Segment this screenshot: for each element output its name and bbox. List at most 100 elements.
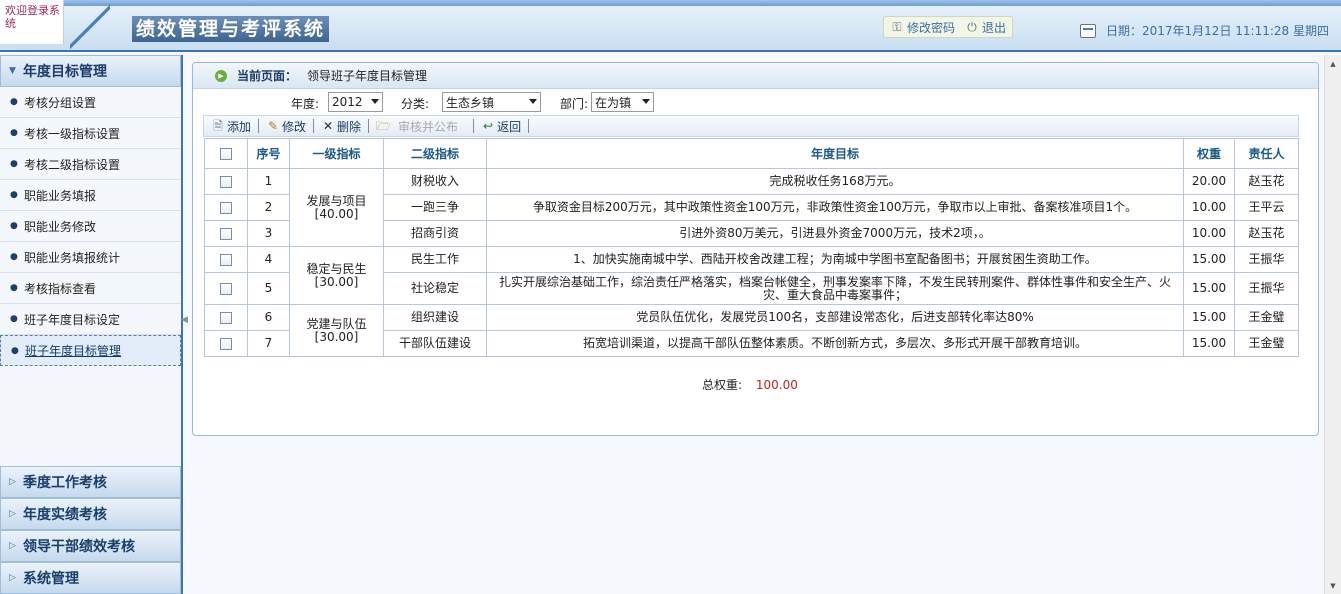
power-icon: ⏻	[967, 20, 977, 34]
goal-cell: 争取资金目标200万元，其中政策性资金100万元，非政策性资金100万元，争取市…	[486, 194, 1184, 221]
weight-cell: 20.00	[1183, 168, 1235, 195]
delete-label: 删除	[337, 119, 362, 134]
total-weight: 总权重: 100.00	[702, 376, 798, 393]
column-header-goal: 年度目标	[486, 138, 1184, 169]
breadcrumb-current-page: 领导班子年度目标管理	[307, 69, 428, 83]
chevron-right-icon: ▷	[9, 541, 16, 551]
key-icon: ⚿	[892, 20, 902, 34]
play-circle-icon: ▶	[215, 69, 227, 82]
owner-cell: 王金璧	[1234, 330, 1299, 357]
row-select-cell	[204, 272, 248, 305]
owner-cell: 王振华	[1234, 272, 1299, 305]
level1-weight: [40.00]	[314, 206, 359, 221]
sidebar-item-level2-settings[interactable]: ● 考核二级指标设置	[0, 149, 181, 180]
sidebar-item-business-stats[interactable]: ● 职能业务填报统计	[0, 242, 181, 273]
goal-cell: 引进外资80万美元，引进县外资金7000万元，技术2项，。	[486, 220, 1184, 247]
sidebar-item-label: 考核一级指标设置	[24, 126, 121, 141]
vertical-scrollbar[interactable]: ▲ ▼	[1324, 55, 1341, 594]
column-header-weight: 权重	[1183, 138, 1235, 169]
scroll-down-icon[interactable]: ▼	[1325, 577, 1341, 594]
sidebar-section-label: 年度目标管理	[23, 64, 107, 80]
sidebar-item-team-goal-setting[interactable]: ● 班子年度目标设定	[0, 304, 181, 335]
logout-button[interactable]: ⏻ 退出	[965, 19, 1006, 36]
goal-cell: 党员队伍优化，发展党员100名，支部建设常态化，后进支部转化率达80%	[486, 304, 1184, 331]
level2-cell: 一跑三争	[383, 194, 487, 221]
select-all-checkbox[interactable]	[220, 148, 232, 160]
date-area: 日期：2017年1月12日 11:11:28 星期四	[1080, 22, 1329, 39]
sidebar-section-leader-performance[interactable]: ▷ 领导干部绩效考核	[0, 530, 181, 562]
sidebar-item-level1-settings[interactable]: ● 考核一级指标设置	[0, 118, 181, 149]
seq-cell: 4	[247, 246, 290, 273]
sidebar-section-quarterly[interactable]: ▷ 季度工作考核	[0, 466, 181, 498]
row-select-cell	[204, 330, 248, 357]
total-weight-value: 100.00	[755, 378, 798, 392]
sidebar-item-label: 班子年度目标设定	[24, 312, 121, 327]
toolbar-divider	[258, 119, 260, 133]
level2-cell: 干部队伍建设	[383, 330, 487, 357]
sidebar-section-annual-goals[interactable]: ▼ 年度目标管理	[0, 55, 181, 87]
toolbar: 🗎 添加 ✎ 修改 ✕ 删除 🗁 审核并公布 ↩ 返回	[203, 115, 1299, 137]
goal-cell: 1、加快实施南城中学、西陆开校舍改建工程；为南城中学图书室配备图书；开展贫困生资…	[486, 246, 1184, 273]
sidebar: ▼ 年度目标管理 ● 考核分组设置 ● 考核一级指标设置 ● 考核二级指标设置 …	[0, 55, 183, 594]
row-checkbox[interactable]	[220, 337, 232, 350]
weight-cell: 10.00	[1183, 220, 1235, 247]
app-header: 欢迎登录系统 绩效管理与考评系统 ⚿ 修改密码 ⏻ 退出 日期：2017年1月1…	[0, 0, 1341, 52]
level2-cell: 招商引资	[383, 220, 487, 247]
seq-cell: 7	[247, 330, 290, 357]
goal-cell: 拓宽培训渠道，以提高干部队伍整体素质。不断创新方式，多层次、多形式开展干部教育培…	[486, 330, 1184, 357]
seq-cell: 5	[247, 272, 290, 305]
row-checkbox[interactable]	[220, 282, 232, 295]
breadcrumb: ▶ 当前页面： 领导班子年度目标管理	[193, 63, 1318, 89]
sidebar-section-system[interactable]: ▷ 系统管理	[0, 562, 181, 594]
sidebar-item-label: 班子年度目标管理	[25, 344, 122, 358]
welcome-box: 欢迎登录系统	[0, 0, 64, 44]
sidebar-item-group-settings[interactable]: ● 考核分组设置	[0, 87, 181, 118]
new-document-icon: 🗎	[213, 119, 223, 133]
total-weight-label: 总权重:	[702, 378, 743, 392]
level1-name: 党建与队伍	[306, 316, 367, 331]
delete-button[interactable]: ✕ 删除	[318, 118, 364, 135]
weight-cell: 15.00	[1183, 272, 1235, 305]
row-checkbox[interactable]	[220, 201, 232, 214]
audit-publish-button[interactable]: 🗁 审核并公布	[373, 118, 461, 135]
department-select[interactable]: 在为镇	[591, 92, 654, 112]
sidebar-item-label: 考核分组设置	[24, 95, 97, 110]
level1-cell: 党建与队伍 [30.00]	[289, 304, 384, 357]
sidebar-item-business-fill[interactable]: ● 职能业务填报	[0, 180, 181, 211]
level2-cell: 组织建设	[383, 304, 487, 331]
table-header-row: 序号 一级指标 二级指标 年度目标 权重 责任人	[204, 138, 1299, 169]
sidebar-item-indicator-view[interactable]: ● 考核指标查看	[0, 273, 181, 304]
change-password-button[interactable]: ⚿ 修改密码	[890, 19, 955, 36]
sidebar-bottom-sections: ▷ 季度工作考核 ▷ 年度实绩考核 ▷ 领导干部绩效考核 ▷ 系统管理	[0, 466, 181, 594]
sidebar-item-business-edit[interactable]: ● 职能业务修改	[0, 211, 181, 242]
column-header-level2: 二级指标	[383, 138, 487, 169]
sidebar-item-team-goal-management[interactable]: ● 班子年度目标管理	[0, 335, 181, 366]
edit-button[interactable]: ✎ 修改	[263, 118, 309, 135]
sidebar-item-label: 考核指标查看	[24, 281, 97, 296]
add-button[interactable]: 🗎 添加	[208, 118, 254, 135]
sidebar-item-label: 考核二级指标设置	[24, 157, 121, 172]
year-select[interactable]: 2012	[328, 92, 383, 112]
toolbar-divider	[473, 119, 475, 133]
back-button[interactable]: ↩ 返回	[478, 118, 524, 135]
change-password-label: 修改密码	[907, 20, 956, 35]
goal-cell: 完成税收任务168万元。	[486, 168, 1184, 195]
row-checkbox[interactable]	[220, 311, 232, 324]
department-select-value: 在为镇	[595, 95, 632, 110]
weight-cell: 15.00	[1183, 330, 1235, 357]
category-select[interactable]: 生态乡镇	[442, 92, 541, 112]
department-label: 部门:	[560, 97, 589, 111]
scroll-up-icon[interactable]: ▲	[1325, 55, 1341, 72]
sidebar-item-label: 职能业务填报统计	[24, 250, 121, 265]
row-checkbox[interactable]	[220, 227, 232, 240]
sidebar-section-annual-performance[interactable]: ▷ 年度实绩考核	[0, 498, 181, 530]
bullet-icon: ●	[10, 283, 18, 293]
column-header-owner: 责任人	[1234, 138, 1299, 169]
category-select-value: 生态乡镇	[446, 95, 495, 110]
row-checkbox[interactable]	[220, 253, 232, 266]
row-checkbox[interactable]	[220, 175, 232, 188]
sidebar-splitter[interactable]: ◀	[181, 300, 188, 340]
goals-table: 序号 一级指标 二级指标 年度目标 权重 责任人 1 发展与项目 [40.00]…	[204, 138, 1299, 357]
bullet-icon: ●	[10, 128, 18, 138]
chevron-down-icon	[529, 99, 537, 104]
